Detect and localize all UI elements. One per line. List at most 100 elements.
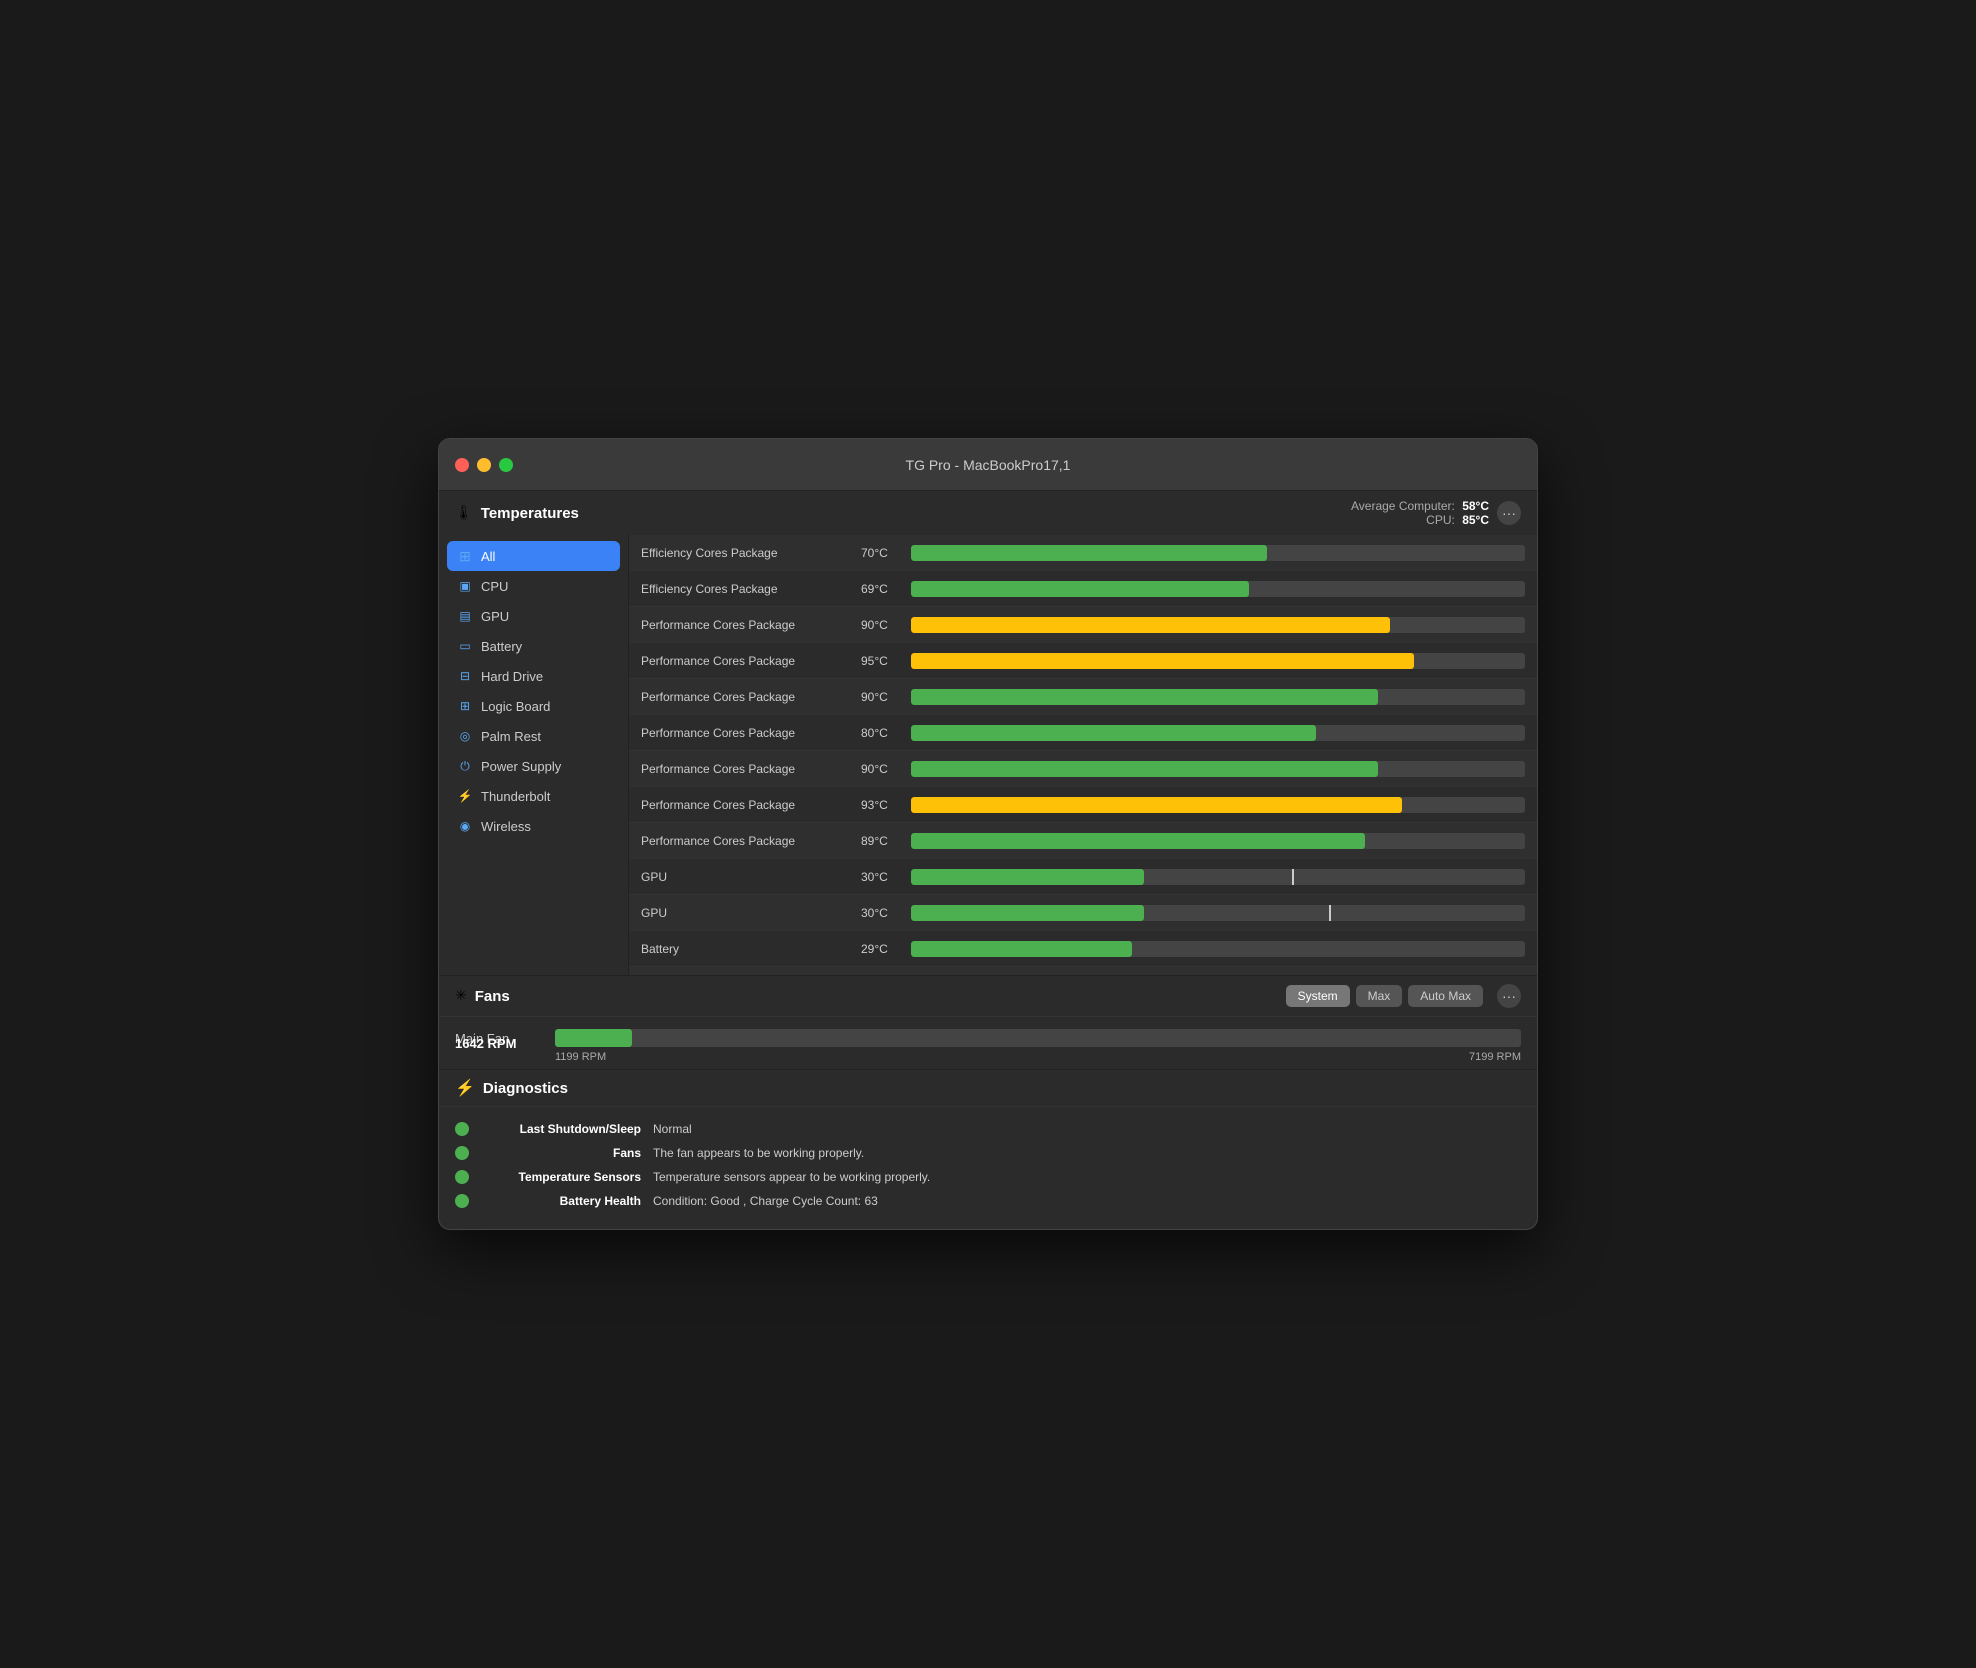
temp-bar — [911, 833, 1365, 849]
sidebar-item-powersupply[interactable]: Power Supply — [447, 751, 620, 781]
diagnostics-body: Last Shutdown/Sleep Normal Fans The fan … — [439, 1107, 1537, 1229]
diag-key: Battery Health — [481, 1194, 641, 1208]
temp-value: 95°C — [861, 654, 911, 668]
temp-name: Battery — [641, 942, 861, 956]
temp-name: Efficiency Cores Package — [641, 582, 861, 596]
temp-row: Performance Cores Package 95°C — [629, 643, 1537, 679]
sidebar-item-logicboard[interactable]: Logic Board — [447, 691, 620, 721]
temp-bar — [911, 761, 1378, 777]
fans-header: Fans System Max Auto Max ··· — [439, 976, 1537, 1017]
temp-row: Efficiency Cores Package 69°C — [629, 571, 1537, 607]
temp-bar-container — [911, 581, 1525, 597]
diagnostics-row: Fans The fan appears to be working prope… — [455, 1141, 1521, 1165]
fans-controls: System Max Auto Max ··· — [1286, 984, 1521, 1008]
traffic-lights — [455, 458, 513, 472]
fans-title: Fans — [475, 988, 510, 1005]
temp-name: Performance Cores Package — [641, 762, 861, 776]
temp-bar-container — [911, 905, 1525, 921]
cpu-icon — [457, 578, 473, 594]
temp-name: Performance Cores Package — [641, 654, 861, 668]
temp-bar-container — [911, 797, 1525, 813]
temp-bar-container — [911, 545, 1525, 561]
temp-bar-container — [911, 761, 1525, 777]
temperature-list: Efficiency Cores Package 70°C Efficiency… — [629, 535, 1537, 975]
temp-name: Efficiency Cores Package — [641, 546, 861, 560]
sidebar-item-all[interactable]: All — [447, 541, 620, 571]
avg-label: Average Computer: — [1351, 499, 1455, 513]
sidebar: All CPU GPU Battery — [439, 535, 629, 975]
temp-value: 30°C — [861, 870, 911, 884]
temp-bar — [911, 725, 1316, 741]
temp-row: Performance Cores Package 89°C — [629, 823, 1537, 859]
temp-row: Battery 29°C — [629, 931, 1537, 967]
sidebar-label-logicboard: Logic Board — [481, 699, 550, 714]
diagnostics-header: ⚡ Diagnostics — [439, 1070, 1537, 1107]
sidebar-label-battery: Battery — [481, 639, 522, 654]
temp-row: GPU 30°C — [629, 895, 1537, 931]
diag-status-dot — [455, 1194, 469, 1208]
diag-status-dot — [455, 1170, 469, 1184]
logicboard-icon — [457, 698, 473, 714]
fan-icon — [455, 987, 467, 1005]
diagnostics-row: Temperature Sensors Temperature sensors … — [455, 1165, 1521, 1189]
fans-body: Main Fan 1199 RPM 7199 RPM 1642 RPM — [439, 1017, 1537, 1069]
diag-value: Condition: Good , Charge Cycle Count: 63 — [653, 1194, 878, 1208]
sidebar-item-gpu[interactable]: GPU — [447, 601, 620, 631]
sidebar-item-harddrive[interactable]: Hard Drive — [447, 661, 620, 691]
palmrest-icon — [457, 728, 473, 744]
minimize-button[interactable] — [477, 458, 491, 472]
wireless-icon — [457, 818, 473, 834]
sidebar-label-cpu: CPU — [481, 579, 508, 594]
temp-value: 30°C — [861, 906, 911, 920]
temp-row: GPU 30°C — [629, 859, 1537, 895]
fan-current-rpm: 1642 RPM — [455, 1036, 516, 1051]
powersupply-icon — [457, 758, 473, 774]
temp-bar — [911, 797, 1402, 813]
sidebar-label-powersupply: Power Supply — [481, 759, 561, 774]
diag-status-dot — [455, 1122, 469, 1136]
temperatures-section: Temperatures Average Computer: 58°C CPU:… — [439, 491, 1537, 976]
sidebar-item-wireless[interactable]: Wireless — [447, 811, 620, 841]
temperatures-more-button[interactable]: ··· — [1497, 501, 1521, 525]
fan-system-button[interactable]: System — [1286, 985, 1350, 1007]
temp-name: Performance Cores Package — [641, 834, 861, 848]
sidebar-item-thunderbolt[interactable]: Thunderbolt — [447, 781, 620, 811]
close-button[interactable] — [455, 458, 469, 472]
temp-row: Battery Gas Gauge 29°C — [629, 967, 1537, 975]
sidebar-label-palmrest: Palm Rest — [481, 729, 541, 744]
temp-bar — [911, 653, 1414, 669]
temperatures-header: Temperatures Average Computer: 58°C CPU:… — [439, 491, 1537, 535]
fullscreen-button[interactable] — [499, 458, 513, 472]
temp-bar — [911, 581, 1249, 597]
temp-bar-container — [911, 689, 1525, 705]
fan-max-button[interactable]: Max — [1356, 985, 1403, 1007]
temp-bar-container — [911, 869, 1525, 885]
window-title: TG Pro - MacBookPro17,1 — [906, 457, 1071, 473]
sidebar-item-battery[interactable]: Battery — [447, 631, 620, 661]
temp-value: 29°C — [861, 942, 911, 956]
sidebar-label-thunderbolt: Thunderbolt — [481, 789, 550, 804]
sidebar-label-wireless: Wireless — [481, 819, 531, 834]
temp-bar-container — [911, 941, 1525, 957]
diagnostics-icon: ⚡ — [455, 1078, 475, 1098]
temp-value: 90°C — [861, 618, 911, 632]
temp-bar-container — [911, 653, 1525, 669]
fan-current-rpm-container: 1642 RPM — [455, 1035, 1521, 1053]
fans-more-button[interactable]: ··· — [1497, 984, 1521, 1008]
fan-automax-button[interactable]: Auto Max — [1408, 985, 1483, 1007]
header-stats: Average Computer: 58°C CPU: 85°C — [1351, 499, 1489, 527]
sidebar-item-palmrest[interactable]: Palm Rest — [447, 721, 620, 751]
harddrive-icon — [457, 668, 473, 684]
titlebar: TG Pro - MacBookPro17,1 — [439, 439, 1537, 491]
app-window: TG Pro - MacBookPro17,1 Temperatures Ave… — [438, 438, 1538, 1230]
temperatures-header-left: Temperatures — [455, 504, 579, 522]
diag-value: The fan appears to be working properly. — [653, 1146, 864, 1160]
temp-row: Performance Cores Package 90°C — [629, 679, 1537, 715]
sidebar-item-cpu[interactable]: CPU — [447, 571, 620, 601]
temperatures-body: All CPU GPU Battery — [439, 535, 1537, 975]
gpu-icon — [457, 608, 473, 624]
diagnostics-row: Last Shutdown/Sleep Normal — [455, 1117, 1521, 1141]
temp-value: 90°C — [861, 762, 911, 776]
temp-value: 89°C — [861, 834, 911, 848]
thermometer-icon — [455, 504, 473, 522]
